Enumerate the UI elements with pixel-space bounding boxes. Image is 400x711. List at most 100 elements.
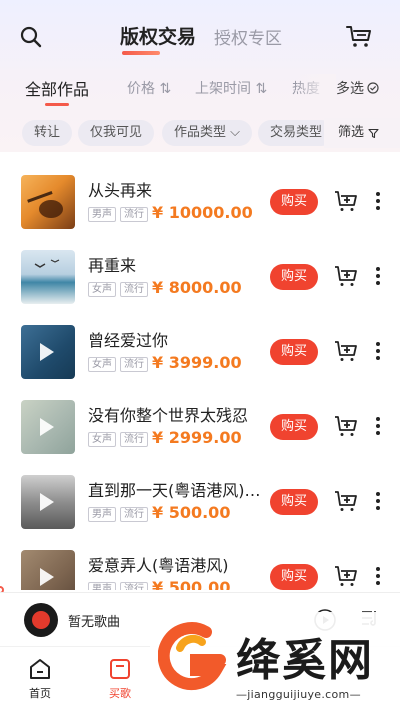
song-cover <box>21 550 75 590</box>
filter-chips: 转让 仅我可见 作品类型 ⌵ 交易类型 筛选 <box>0 118 400 148</box>
play-icon <box>40 343 54 361</box>
song-tags: 男声 流行 <box>88 582 148 590</box>
add-to-cart-icon[interactable] <box>334 415 358 437</box>
more-options-icon[interactable] <box>372 189 384 213</box>
watermark-logo-icon <box>158 622 227 691</box>
chip-only-me[interactable]: 仅我可见 <box>78 120 155 146</box>
watermark: 绛奚网 —jiangguijiuye.com— <box>150 612 400 711</box>
buy-button[interactable]: 购买 <box>270 564 318 590</box>
buy-button[interactable]: 购买 <box>270 489 318 515</box>
add-to-cart-icon[interactable] <box>334 340 358 362</box>
cart-icon[interactable] <box>346 24 372 48</box>
add-to-cart-icon[interactable] <box>334 190 358 212</box>
nav-home[interactable]: 首页 <box>18 657 62 701</box>
song-row[interactable]: 爱意弄人(粤语港风) 男声 流行 ¥ 500.00 购买 <box>0 550 400 590</box>
song-cover <box>21 175 75 229</box>
song-row[interactable]: 直到那一天(粤语港风)1... 男声 流行 ¥ 500.00 购买 <box>0 475 400 550</box>
tag-voice: 男声 <box>88 507 116 522</box>
more-options-icon[interactable] <box>372 339 384 363</box>
sort-price[interactable]: 价格 ⇅ <box>127 78 171 98</box>
tab-license-zone[interactable]: 授权专区 <box>214 24 282 49</box>
buy-button[interactable]: 购买 <box>270 414 318 440</box>
song-cover <box>21 400 75 454</box>
buy-button[interactable]: 购买 <box>270 189 318 215</box>
tag-voice: 男声 <box>88 582 116 590</box>
song-price: ¥ 500.00 <box>152 578 231 590</box>
song-tags: 男声 流行 <box>88 507 148 522</box>
seagull-image <box>34 259 60 268</box>
more-options-icon[interactable] <box>372 414 384 438</box>
buy-song-icon <box>110 659 130 679</box>
tag-genre: 流行 <box>120 582 148 590</box>
watermark-text: 绛奚网 <box>236 635 374 686</box>
tab-copyright-trade[interactable]: 版权交易 <box>120 22 196 55</box>
song-row[interactable]: 没有你整个世界太残忍 女声 流行 ¥ 2999.00 购买 <box>0 400 400 475</box>
more-options-icon[interactable] <box>372 489 384 513</box>
tag-genre: 流行 <box>120 357 148 372</box>
song-title: 没有你整个世界太残忍 <box>88 406 249 425</box>
song-tags: 女声 流行 <box>88 432 148 447</box>
sort-price-label: 价格 <box>127 81 155 97</box>
watermark-url: —jiangguijiuye.com— <box>236 688 361 701</box>
guitar-image <box>27 191 63 218</box>
tag-genre: 流行 <box>120 507 148 522</box>
chip-transfer[interactable]: 转让 <box>22 120 73 146</box>
player-title: 暂无歌曲 <box>68 615 121 630</box>
home-icon <box>30 659 50 679</box>
song-price: ¥ 10000.00 <box>152 203 253 222</box>
chip-work-type-label: 作品类型 <box>174 125 227 140</box>
song-row[interactable]: 曾经爱过你 女声 流行 ¥ 3999.00 购买 <box>0 325 400 400</box>
song-title: 从头再来 <box>88 181 153 200</box>
song-row[interactable]: 从头再来 男声 流行 ¥ 10000.00 购买 <box>0 175 400 250</box>
nav-buy[interactable]: 买歌 <box>98 657 142 701</box>
tag-voice: 女声 <box>88 357 116 372</box>
song-cover <box>21 475 75 529</box>
check-circle-icon <box>367 82 379 94</box>
tag-genre: 流行 <box>120 282 148 297</box>
sort-shelf-time-label: 上架时间 <box>195 81 251 97</box>
filter-button[interactable]: 筛选 <box>324 118 400 148</box>
song-tags: 女声 流行 <box>88 357 148 372</box>
buy-button[interactable]: 购买 <box>270 339 318 365</box>
sort-fade <box>296 74 336 100</box>
nav-home-label: 首页 <box>29 687 51 700</box>
add-to-cart-icon[interactable] <box>334 265 358 287</box>
sort-shelf-time[interactable]: 上架时间 ⇅ <box>195 78 267 98</box>
nav-buy-label: 买歌 <box>109 687 131 700</box>
tag-voice: 男声 <box>88 207 116 222</box>
play-icon <box>40 418 54 436</box>
song-title: 爱意弄人(粤语港风) <box>88 556 229 575</box>
more-options-icon[interactable] <box>372 264 384 288</box>
multi-select-button[interactable]: 多选 <box>336 78 379 98</box>
filter-label: 筛选 <box>338 125 365 140</box>
top-header: 版权交易 授权专区 <box>0 18 400 58</box>
song-price: ¥ 3999.00 <box>152 353 242 372</box>
player-disc-icon <box>24 603 58 637</box>
more-options-icon[interactable] <box>372 564 384 588</box>
tag-genre: 流行 <box>120 432 148 447</box>
add-to-cart-icon[interactable] <box>334 565 358 587</box>
song-title: 直到那一天(粤语港风)1... <box>88 481 268 500</box>
song-title: 曾经爱过你 <box>88 331 169 350</box>
tag-genre: 流行 <box>120 207 148 222</box>
song-price: ¥ 500.00 <box>152 503 231 522</box>
song-tags: 女声 流行 <box>88 282 148 297</box>
song-row[interactable]: 再重来 女声 流行 ¥ 8000.00 购买 <box>0 250 400 325</box>
song-cover <box>21 325 75 379</box>
add-to-cart-icon[interactable] <box>334 490 358 512</box>
sort-bar: 全部作品 价格 ⇅ 上架时间 ⇅ 热度 多选 <box>0 74 400 106</box>
play-icon <box>40 493 54 511</box>
search-icon[interactable] <box>20 26 42 48</box>
play-icon <box>40 568 54 586</box>
buy-button[interactable]: 购买 <box>270 264 318 290</box>
tag-voice: 女声 <box>88 432 116 447</box>
song-price: ¥ 8000.00 <box>152 278 242 297</box>
chip-trade-type[interactable]: 交易类型 <box>258 120 335 146</box>
sort-all-works[interactable]: 全部作品 <box>25 76 89 106</box>
song-list: 从头再来 男声 流行 ¥ 10000.00 购买 再重来 女声 流行 ¥ 800 <box>0 152 400 590</box>
song-price: ¥ 2999.00 <box>152 428 242 447</box>
funnel-icon <box>368 128 379 138</box>
song-cover <box>21 250 75 304</box>
chip-work-type[interactable]: 作品类型 ⌵ <box>162 120 253 146</box>
song-title: 再重来 <box>88 256 137 275</box>
